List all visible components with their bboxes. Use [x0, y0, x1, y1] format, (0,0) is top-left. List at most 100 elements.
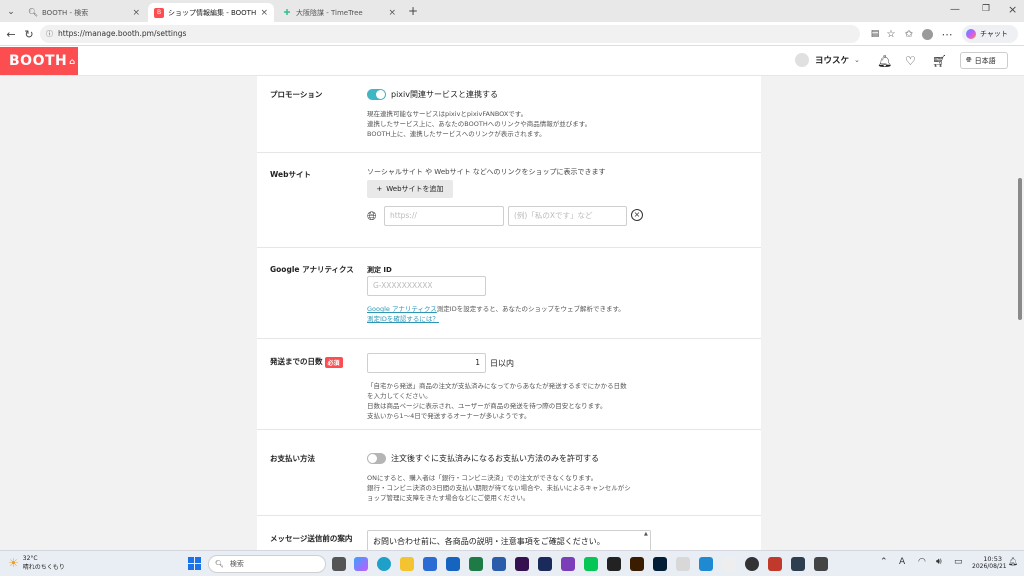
- excel-icon[interactable]: [469, 557, 483, 571]
- chevron-down-icon: ⌄: [854, 56, 860, 64]
- section-message-notice: メッセージ送信前の案内 お問い合わせ前に、各商品の説明・注意事項をご確認ください…: [257, 516, 761, 550]
- booth-logo[interactable]: BOOTH ⌂: [0, 47, 78, 75]
- website-url-input[interactable]: https://: [384, 206, 504, 226]
- word-icon[interactable]: [492, 557, 506, 571]
- app-icon-7[interactable]: [791, 557, 805, 571]
- booth-icon: B: [154, 7, 164, 18]
- url-field[interactable]: ⓘ https://manage.booth.pm/settings: [40, 25, 860, 43]
- app-icon-5[interactable]: [722, 557, 736, 571]
- reader-icon[interactable]: ▤: [868, 27, 882, 41]
- section-label-wrap: 発送までの日数 必須: [270, 356, 343, 368]
- close-icon[interactable]: ×: [260, 8, 268, 18]
- app-icon-8[interactable]: [814, 557, 828, 571]
- edge-icon[interactable]: [377, 557, 391, 571]
- chevron-up-icon[interactable]: ⌃: [880, 557, 888, 567]
- illustrator-icon[interactable]: [630, 557, 644, 571]
- message-notice-textarea[interactable]: お問い合わせ前に、各商品の説明・注意事項をご確認ください。: [367, 530, 651, 550]
- promotion-desc-3: BOOTH上に、連携したサービスへのリンクが表示されます。: [367, 130, 546, 138]
- section-label: Webサイト: [270, 170, 311, 179]
- avatar: [795, 53, 809, 67]
- heart-icon[interactable]: ♡: [905, 54, 916, 68]
- browser-tab-strip: ⌄ 🔍︎ BOOTH - 検索 × B ショップ情報編集 - BOOTH × ✚…: [0, 0, 1024, 22]
- remove-website-icon[interactable]: ×: [631, 209, 643, 221]
- measurement-id-input[interactable]: G-XXXXXXXXXX: [367, 276, 486, 296]
- website-globe-icon: 🌐︎: [367, 209, 377, 223]
- add-website-button[interactable]: + Webサイトを追加: [367, 180, 453, 198]
- app-icon-4[interactable]: [676, 557, 690, 571]
- app-icon-2[interactable]: [561, 557, 575, 571]
- wifi-icon[interactable]: ◠: [918, 557, 926, 567]
- cart-icon[interactable]: 🛒︎: [932, 54, 947, 68]
- minimize-icon[interactable]: —: [950, 4, 960, 15]
- vscode-icon[interactable]: [699, 557, 713, 571]
- explorer-icon[interactable]: [400, 557, 414, 571]
- favorites-icon[interactable]: ✩: [902, 27, 916, 41]
- language-button[interactable]: 🌐︎ 日本語: [960, 52, 1008, 69]
- page-scrollbar-thumb[interactable]: [1018, 178, 1022, 320]
- bell-icon[interactable]: 🔔︎: [877, 54, 892, 68]
- new-tab-button[interactable]: +: [408, 4, 418, 18]
- site-header: BOOTH ⌂ ヨウスケ ⌄ 🔔︎ ♡ 🛒︎ 🌐︎ 日本語: [0, 46, 1024, 76]
- taskbar-search[interactable]: 🔍︎ 検索: [208, 555, 326, 573]
- shipping-desc-1: 「自宅から発送」商品の注文が支払済みになってからあなたが発送するまでにかかる日数: [367, 382, 627, 390]
- toggle-knob: [368, 454, 377, 463]
- user-menu[interactable]: ヨウスケ ⌄: [795, 53, 860, 67]
- window-close-icon[interactable]: ×: [1008, 3, 1017, 16]
- search-placeholder: 検索: [229, 560, 244, 568]
- outlook-icon[interactable]: [446, 557, 460, 571]
- notification-bell-icon[interactable]: 🔔︎: [1008, 557, 1018, 566]
- address-bar-row: ← ↻ ⓘ https://manage.booth.pm/settings ▤…: [0, 22, 1024, 46]
- payment-desc-3: ョップ管理に支障をきたす場合などにご使用ください。: [367, 494, 530, 502]
- tab-timetree[interactable]: ✚ 大阪陰謀 - TimeTree ×: [276, 3, 402, 22]
- reload-icon[interactable]: ↻: [22, 27, 36, 41]
- chatgpt-icon[interactable]: [745, 557, 759, 571]
- section-label: Google アナリティクス: [270, 265, 354, 274]
- weather-widget[interactable]: ☀ 32°C 晴れのちくもり: [8, 555, 65, 571]
- shipping-days-input[interactable]: 1: [367, 353, 486, 373]
- analytics-desc: Google アナリティクス測定IDを設定すると、あなたのショップをウェブ解析で…: [367, 304, 625, 314]
- volume-icon[interactable]: 🔊︎: [936, 557, 942, 567]
- task-view-icon[interactable]: [332, 557, 346, 571]
- tab-list-button[interactable]: ⌄: [4, 5, 18, 19]
- section-payment-method: お支払い方法 注文後すぐに支払済みになるお支払い方法のみを許可する ONにすると…: [257, 430, 761, 516]
- battery-icon[interactable]: ▭: [954, 557, 963, 567]
- instant-payment-toggle[interactable]: [367, 453, 386, 464]
- tab-title: BOOTH - 検索: [42, 8, 89, 17]
- dreamweaver-icon[interactable]: [515, 557, 529, 571]
- tab-booth-search[interactable]: 🔍︎ BOOTH - 検索 ×: [22, 3, 146, 22]
- ime-indicator[interactable]: A: [899, 557, 905, 567]
- pixiv-link-toggle[interactable]: [367, 89, 386, 100]
- tab-shop-settings[interactable]: B ショップ情報編集 - BOOTH ×: [148, 3, 274, 22]
- website-name-input[interactable]: (例)「私のXです」など: [508, 206, 627, 226]
- settings-panel: プロモーション pixiv関連サービスと連携する 現在連携可能なサービスはpix…: [257, 76, 761, 550]
- favorite-star-icon[interactable]: ☆: [884, 27, 898, 41]
- copilot-app-icon[interactable]: [354, 557, 368, 571]
- app-icon-3[interactable]: [607, 557, 621, 571]
- payment-desc-2: 銀行・コンビニ決済の3日間の支払い期限が待てない場合や、未払いによるキャンセルが…: [367, 484, 631, 492]
- username: ヨウスケ: [815, 56, 850, 66]
- store-icon[interactable]: [423, 557, 437, 571]
- maximize-icon[interactable]: ❐: [982, 4, 990, 14]
- how-to-find-id-link[interactable]: 測定IDを確認するには？: [367, 314, 439, 324]
- weather-icon: ☀: [8, 556, 19, 570]
- photoshop-icon[interactable]: [653, 557, 667, 571]
- line-icon[interactable]: [584, 557, 598, 571]
- app-icon-1[interactable]: [538, 557, 552, 571]
- profile-icon[interactable]: [920, 27, 934, 41]
- tab-title: 大阪陰謀 - TimeTree: [296, 8, 363, 17]
- start-icon[interactable]: [188, 557, 201, 570]
- section-shipping-days: 発送までの日数 必須 1 日以内 「自宅から発送」商品の注文が支払済みになってから…: [257, 339, 761, 430]
- close-icon[interactable]: ×: [132, 8, 140, 18]
- google-analytics-link[interactable]: Google アナリティクス: [367, 305, 437, 313]
- close-icon[interactable]: ×: [388, 8, 396, 18]
- search-icon: 🔍︎: [215, 560, 224, 568]
- toggle-label: 注文後すぐに支払済みになるお支払い方法のみを許可する: [391, 454, 599, 463]
- back-icon[interactable]: ←: [4, 27, 18, 41]
- more-icon[interactable]: ⋯: [940, 27, 954, 41]
- clock[interactable]: 10:53 2026/08/21: [972, 555, 1007, 570]
- weather-desc: 晴れのちくもり: [22, 564, 65, 571]
- textarea-scrollbar[interactable]: ▲: [644, 531, 650, 550]
- app-icon-6[interactable]: [768, 557, 782, 571]
- copilot-button[interactable]: チャット: [962, 25, 1018, 43]
- site-info-icon[interactable]: ⓘ: [46, 25, 53, 43]
